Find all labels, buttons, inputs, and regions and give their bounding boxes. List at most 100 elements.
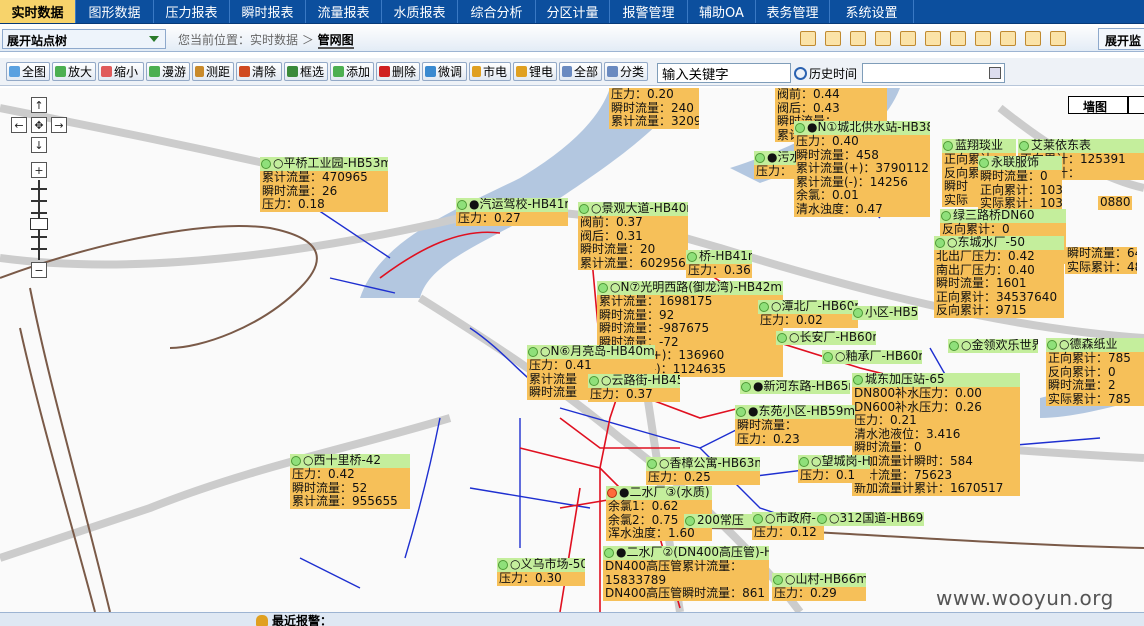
station-name: ○义乌市场-50	[510, 558, 585, 572]
station-readings: 压力：	[754, 164, 796, 179]
toolbar-button[interactable]: 全部	[559, 62, 602, 81]
station-status-icon	[799, 457, 809, 467]
station-label[interactable]: ○长安厂-HB60m	[776, 331, 876, 345]
station-status-icon	[941, 211, 951, 221]
nav-item[interactable]: 图形数据	[76, 0, 154, 23]
toolbar-button[interactable]: 漫游	[146, 62, 190, 81]
map-type-button-2[interactable]	[1128, 96, 1144, 114]
station-label[interactable]: ○义乌市场-50 压力：0.30	[497, 558, 585, 586]
history-time-label[interactable]: 历史时间	[794, 65, 857, 82]
toolbar-button[interactable]: 微调	[422, 62, 467, 81]
station-name: 艾莱依东表	[1031, 139, 1092, 153]
pan-right-button[interactable]: →	[51, 117, 67, 133]
nav-item[interactable]: 分区计量	[536, 0, 610, 23]
history-time-input[interactable]	[862, 63, 1005, 83]
station-label[interactable]: 小区-HB52m	[852, 306, 918, 320]
nav-item[interactable]: 表务管理	[756, 0, 830, 23]
toolbar-button[interactable]: 全图	[6, 62, 50, 81]
calendar-icon[interactable]	[989, 67, 1001, 79]
station-label[interactable]: ●汽运驾校-HB41m 压力：0.27	[456, 198, 568, 226]
pan-down-button[interactable]: ↓	[31, 137, 47, 153]
station-label[interactable]: ○山村-HB66m 压力：0.29	[772, 573, 866, 601]
pan-center-button[interactable]: ✥	[31, 117, 47, 133]
view-icon-2[interactable]	[825, 31, 841, 46]
station-title: 绿三路桥DN60	[940, 209, 1066, 223]
recent-alarm[interactable]: 最近报警：	[256, 612, 332, 626]
station-label[interactable]: 0880	[1098, 196, 1132, 210]
nav-item[interactable]: 实时数据	[0, 0, 76, 23]
toolbar-button[interactable]: 删除	[376, 62, 420, 81]
toolbar-button[interactable]: 放大	[52, 62, 96, 81]
pan-left-button[interactable]: ←	[11, 117, 27, 133]
station-label[interactable]: ○潭北厂-HB60m 压力：0.02	[758, 300, 858, 328]
station-label[interactable]: 永联服饰瞬时流量：0正向累计：1033511实际累计：1033511	[978, 156, 1062, 211]
view-icon-8[interactable]	[975, 31, 991, 46]
station-readings: 瞬时流量：0正向累计：1033511实际累计：1033511	[978, 169, 1062, 211]
station-label[interactable]: ○市政府-HB压力：0.12	[752, 512, 824, 540]
view-icon-9[interactable]	[1000, 31, 1016, 46]
pan-up-button[interactable]: ↑	[31, 97, 47, 113]
toolbar-button[interactable]: 框选	[284, 62, 328, 81]
nav-item[interactable]: 辅助OA	[688, 0, 756, 23]
nav-item[interactable]: 报警管理	[610, 0, 688, 23]
station-label[interactable]: ●东苑小区-HB59m 瞬时流量： 压力：0.23	[735, 405, 855, 447]
pipe-network-map[interactable]: ↑ ← ✥ → ↓ + − 压力：0.20瞬时流量：240累计流量：320904…	[0, 88, 1144, 612]
view-icon-10[interactable]	[1025, 31, 1041, 46]
station-label[interactable]: ○景观大道-HB40m 阀前：0.37 阀后：0.31 瞬时流量：20 累计流量：602…	[578, 202, 688, 271]
station-label[interactable]: ○东城水厂-50 北出厂压力：0.42 南出厂压力：0.40 瞬时流量：1601 正向累…	[934, 236, 1064, 318]
station-label[interactable]: ●二水厂②(DN400高压管)-HB52mDN400高压管累计流量：158337…	[603, 546, 769, 601]
station-label[interactable]: ○釉承厂-HB60m	[822, 350, 922, 364]
station-label[interactable]: 200常压	[684, 514, 756, 528]
expand-monitor-button[interactable]: 展开监	[1098, 28, 1144, 50]
nav-item[interactable]: 综合分析	[458, 0, 536, 23]
station-label[interactable]: ○平桥工业园-HB53m 累计流量：470965 瞬时流量：26 压力：0.18	[260, 157, 388, 212]
view-icon-5[interactable]	[900, 31, 916, 46]
tool-icon	[101, 66, 112, 77]
station-label[interactable]: ○云路街-HB45m压力：0.37	[588, 374, 680, 402]
zoom-out-button[interactable]: −	[31, 262, 47, 278]
zoom-slider-thumb[interactable]	[30, 218, 48, 230]
status-bar	[0, 612, 1144, 626]
map-type-button[interactable]: 墙图	[1068, 96, 1128, 114]
nav-item[interactable]: 压力报表	[154, 0, 230, 23]
station-title: 桥-HB41m	[686, 250, 752, 264]
view-icon-6[interactable]	[925, 31, 941, 46]
station-label[interactable]: ●N①城北供水站-HB38m压力：0.40瞬时流量：458累计流量(+)：379…	[794, 121, 930, 217]
view-icon-7[interactable]	[950, 31, 966, 46]
station-label[interactable]: 城东加压站-65 DN800补水压力：0.00 DN600补水压力：0.26 压力：0…	[852, 373, 1020, 496]
tool-icon	[607, 66, 618, 77]
view-icon-11[interactable]	[1050, 31, 1066, 46]
station-label[interactable]: ○香樟公寓-HB63m 压力：0.25	[646, 457, 760, 485]
station-label[interactable]: 桥-HB41m压力：0.36	[686, 250, 752, 278]
view-icon-3[interactable]	[850, 31, 866, 46]
station-label[interactable]: ●污水 压力：	[754, 151, 796, 179]
station-reading: 反向累计：9715	[936, 303, 1027, 318]
station-label[interactable]: ●新河东路-HB65m	[740, 380, 850, 394]
expand-station-tree-select[interactable]: 展开站点树	[2, 29, 166, 49]
station-reading: 反向累计：0	[1048, 364, 1116, 379]
nav-item[interactable]: 系统设置	[830, 0, 914, 23]
toolbar-button[interactable]: 分类	[604, 62, 648, 81]
station-label[interactable]: 瞬时流量：64实际累计：485838	[1065, 247, 1137, 275]
view-icon-4[interactable]	[875, 31, 891, 46]
toolbar-button[interactable]: 锂电	[513, 62, 557, 81]
station-title: ○德森纸业	[1046, 338, 1144, 352]
station-label[interactable]: ○西十里桥-42 压力：0.42 瞬时流量：52 累计流量：955655	[290, 454, 410, 509]
toolbar-button[interactable]: 清除	[236, 62, 282, 81]
view-icon-1[interactable]	[800, 31, 816, 46]
nav-item[interactable]: 水质报表	[382, 0, 458, 23]
station-label[interactable]: ○望城岗-HB压力：0.1	[798, 455, 870, 483]
keyword-input[interactable]	[657, 63, 791, 83]
toolbar-button[interactable]: 缩小	[98, 62, 144, 81]
nav-item[interactable]: 流量报表	[306, 0, 382, 23]
zoom-in-button[interactable]: +	[31, 162, 47, 178]
toolbar-button[interactable]: 市电	[469, 62, 511, 81]
toolbar-button[interactable]: 测距	[192, 62, 234, 81]
station-label[interactable]: ○金领欢乐世界	[948, 339, 1038, 353]
station-reading: 瞬时流量：458	[796, 147, 879, 162]
station-label[interactable]: ○312国道-HB69m	[816, 512, 924, 526]
station-label[interactable]: 压力：0.20瞬时流量：240累计流量：3209046	[609, 88, 699, 129]
station-label[interactable]: ○德森纸业 正向累计：785 反向累计：0 瞬时流量：2 实际累计：785	[1046, 338, 1144, 407]
toolbar-button[interactable]: 添加	[330, 62, 374, 81]
nav-item[interactable]: 瞬时报表	[230, 0, 306, 23]
